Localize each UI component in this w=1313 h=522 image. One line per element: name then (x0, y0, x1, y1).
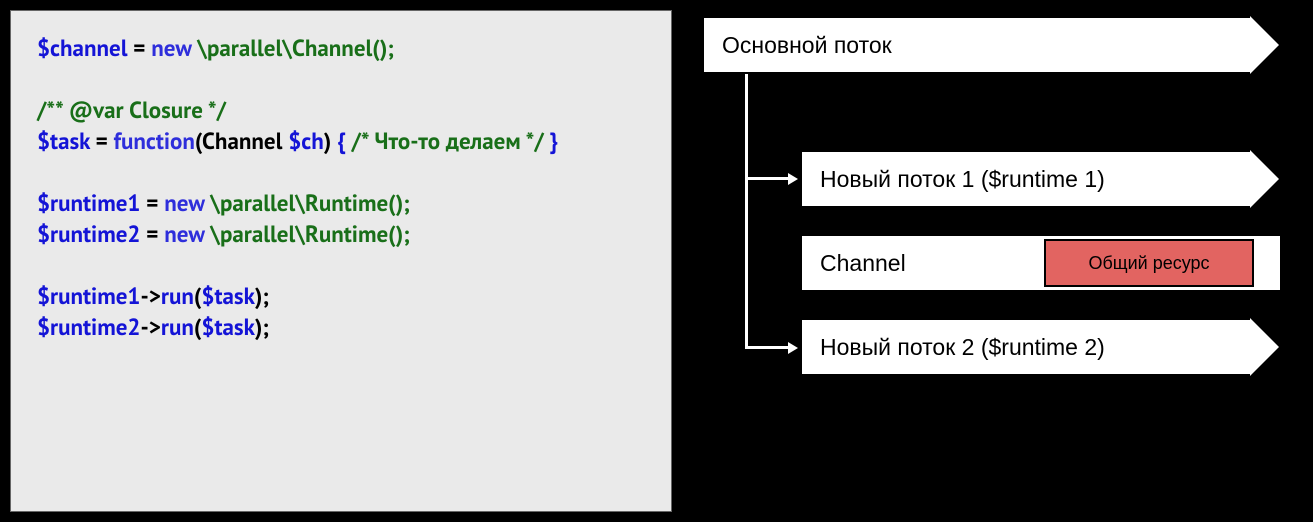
code-token: \parallel\Runtime (204, 189, 388, 218)
code-token: $task (201, 282, 254, 311)
code-token: new (151, 34, 191, 63)
code-token: -> (140, 282, 160, 311)
shared-resource-label: Общий ресурс (1088, 253, 1209, 274)
code-token: ); (255, 313, 269, 342)
code-token: = (127, 34, 151, 63)
arrowhead-icon (788, 342, 798, 354)
thread-1-box: Новый поток 1 ($runtime 1) (800, 150, 1252, 208)
code-token: \parallel\Runtime (204, 220, 388, 249)
channel-label: Channel (820, 250, 906, 277)
thread-2-box: Новый поток 2 ($runtime 2) (800, 318, 1252, 376)
code-token: (); (388, 189, 410, 218)
code-token: function (114, 127, 195, 156)
code-token: $runtime1 (37, 282, 140, 311)
code-token: $channel (37, 34, 127, 63)
code-token: (Channel (195, 127, 288, 156)
code-token: $runtime2 (37, 313, 140, 342)
shared-resource-badge: Общий ресурс (1044, 239, 1254, 287)
thread-1-label: Новый поток 1 ($runtime 1) (820, 166, 1105, 193)
code-token: run (161, 313, 194, 342)
code-token: $runtime2 (37, 220, 140, 249)
connector-vertical (745, 74, 748, 349)
code-token: $task (201, 313, 254, 342)
connector-to-thread2 (745, 346, 790, 349)
code-token: -> (140, 313, 160, 342)
code-token: = (140, 220, 164, 249)
code-token: \parallel\Channel (191, 34, 372, 63)
code-token: new (164, 220, 204, 249)
main-thread-box: Основной поток (702, 16, 1252, 74)
code-token: ); (255, 282, 269, 311)
connector-to-thread1 (745, 177, 790, 180)
code-comment: /** @var Closure */ (37, 96, 226, 125)
arrowhead-icon (788, 173, 798, 185)
code-token: (); (388, 220, 410, 249)
main-thread-label: Основной поток (722, 32, 892, 59)
thread-2-label: Новый поток 2 ($runtime 2) (820, 334, 1105, 361)
code-token: run (161, 282, 194, 311)
code-token: = (90, 127, 114, 156)
code-comment: /* Что-то делаем */ (346, 127, 550, 156)
code-token: new (164, 189, 204, 218)
code-token: } (550, 127, 559, 156)
code-token: = (140, 189, 164, 218)
code-token: $task (37, 127, 90, 156)
thread-diagram: Основной поток Новый поток 1 ($runtime 1… (682, 0, 1313, 522)
code-token: $ch (288, 127, 324, 156)
code-block: $channel = new \parallel\Channel(); /** … (10, 10, 672, 512)
code-token: { (331, 127, 345, 156)
code-token: $runtime1 (37, 189, 140, 218)
code-token: (); (372, 34, 394, 63)
